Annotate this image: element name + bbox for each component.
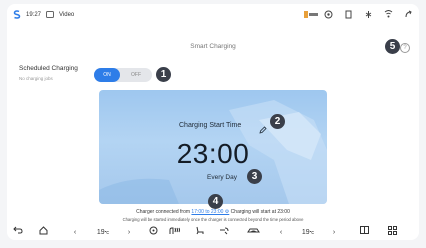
seat-heat-icon[interactable] bbox=[167, 226, 183, 240]
charging-time-card[interactable]: Charging Start Time 23:00 Every Day bbox=[99, 90, 327, 204]
scheduled-charging-label: Scheduled Charging bbox=[19, 65, 78, 72]
close-app-icon[interactable] bbox=[404, 10, 413, 19]
temp-left-value[interactable]: 19℃ bbox=[92, 226, 114, 240]
bluetooth-icon bbox=[324, 10, 333, 19]
bottom-nav-bar: ‹ 19℃ › ‹ 19℃ › bbox=[7, 226, 419, 240]
video-app-icon bbox=[46, 11, 55, 18]
charging-start-time-value[interactable]: 23:00 bbox=[99, 138, 327, 170]
status-left: 19:27 Video bbox=[13, 10, 74, 19]
app-logo-icon bbox=[304, 10, 318, 19]
note-prefix: Charger connected from bbox=[136, 209, 191, 215]
s-logo-icon bbox=[13, 10, 21, 19]
fan-icon[interactable] bbox=[147, 226, 159, 240]
repeat-schedule[interactable]: Every Day bbox=[207, 174, 237, 181]
app-window: 19:27 Video Smart Charging ? 5 Scheduled… bbox=[7, 4, 419, 240]
badge-2: 2 bbox=[270, 114, 285, 129]
scheduled-charging-toggle[interactable]: ON OFF bbox=[94, 68, 152, 82]
multi-window-icon[interactable] bbox=[357, 226, 371, 240]
immediate-charging-note: Charging will be started immediately onc… bbox=[122, 217, 304, 222]
app-grid-icon[interactable] bbox=[385, 226, 399, 240]
toggle-on-option[interactable]: ON bbox=[94, 68, 120, 82]
badge-4: 4 bbox=[208, 194, 223, 209]
status-app-name: Video bbox=[59, 11, 75, 18]
temp-right-increase-icon[interactable]: › bbox=[330, 226, 338, 240]
note-suffix: Charging will start at 23:00 bbox=[230, 209, 290, 215]
temp-left-decrease-icon[interactable]: ‹ bbox=[71, 226, 79, 240]
wifi-icon bbox=[364, 10, 373, 19]
page-title: Smart Charging bbox=[190, 43, 236, 50]
edit-icon[interactable] bbox=[259, 121, 267, 139]
status-time: 19:27 bbox=[26, 11, 42, 18]
battery-icon bbox=[344, 10, 353, 19]
back-icon[interactable] bbox=[11, 226, 25, 240]
airflow-icon[interactable] bbox=[217, 226, 233, 240]
temp-left-increase-icon[interactable]: › bbox=[125, 226, 133, 240]
temp-right-value[interactable]: 19℃ bbox=[297, 226, 319, 240]
seat-icon[interactable] bbox=[193, 226, 207, 240]
temp-left-number: 19 bbox=[96, 229, 105, 236]
status-right bbox=[304, 10, 413, 19]
badge-1: 1 bbox=[156, 67, 171, 82]
charging-window-note: Charger connected from 17:00 to 23:00 ⚙ … bbox=[7, 209, 419, 215]
temp-left-unit: ℃ bbox=[104, 230, 110, 235]
temp-right-decrease-icon[interactable]: ‹ bbox=[277, 226, 285, 240]
charging-window-link[interactable]: 17:00 to 23:00 ⚙ bbox=[191, 209, 229, 215]
help-icon[interactable]: ? bbox=[400, 43, 410, 53]
charging-start-time-label: Charging Start Time bbox=[179, 122, 242, 129]
recirculation-icon[interactable] bbox=[245, 226, 261, 240]
home-icon[interactable] bbox=[36, 226, 50, 240]
signal-icon bbox=[384, 10, 393, 19]
toggle-off-option[interactable]: OFF bbox=[127, 68, 145, 82]
scheduled-charging-status: No charging jobs bbox=[19, 76, 53, 81]
temp-right-unit: ℃ bbox=[309, 230, 315, 235]
temp-right-number: 19 bbox=[301, 229, 310, 236]
badge-3: 3 bbox=[247, 169, 262, 184]
badge-5: 5 bbox=[385, 39, 400, 54]
status-bar: 19:27 Video bbox=[7, 4, 419, 30]
